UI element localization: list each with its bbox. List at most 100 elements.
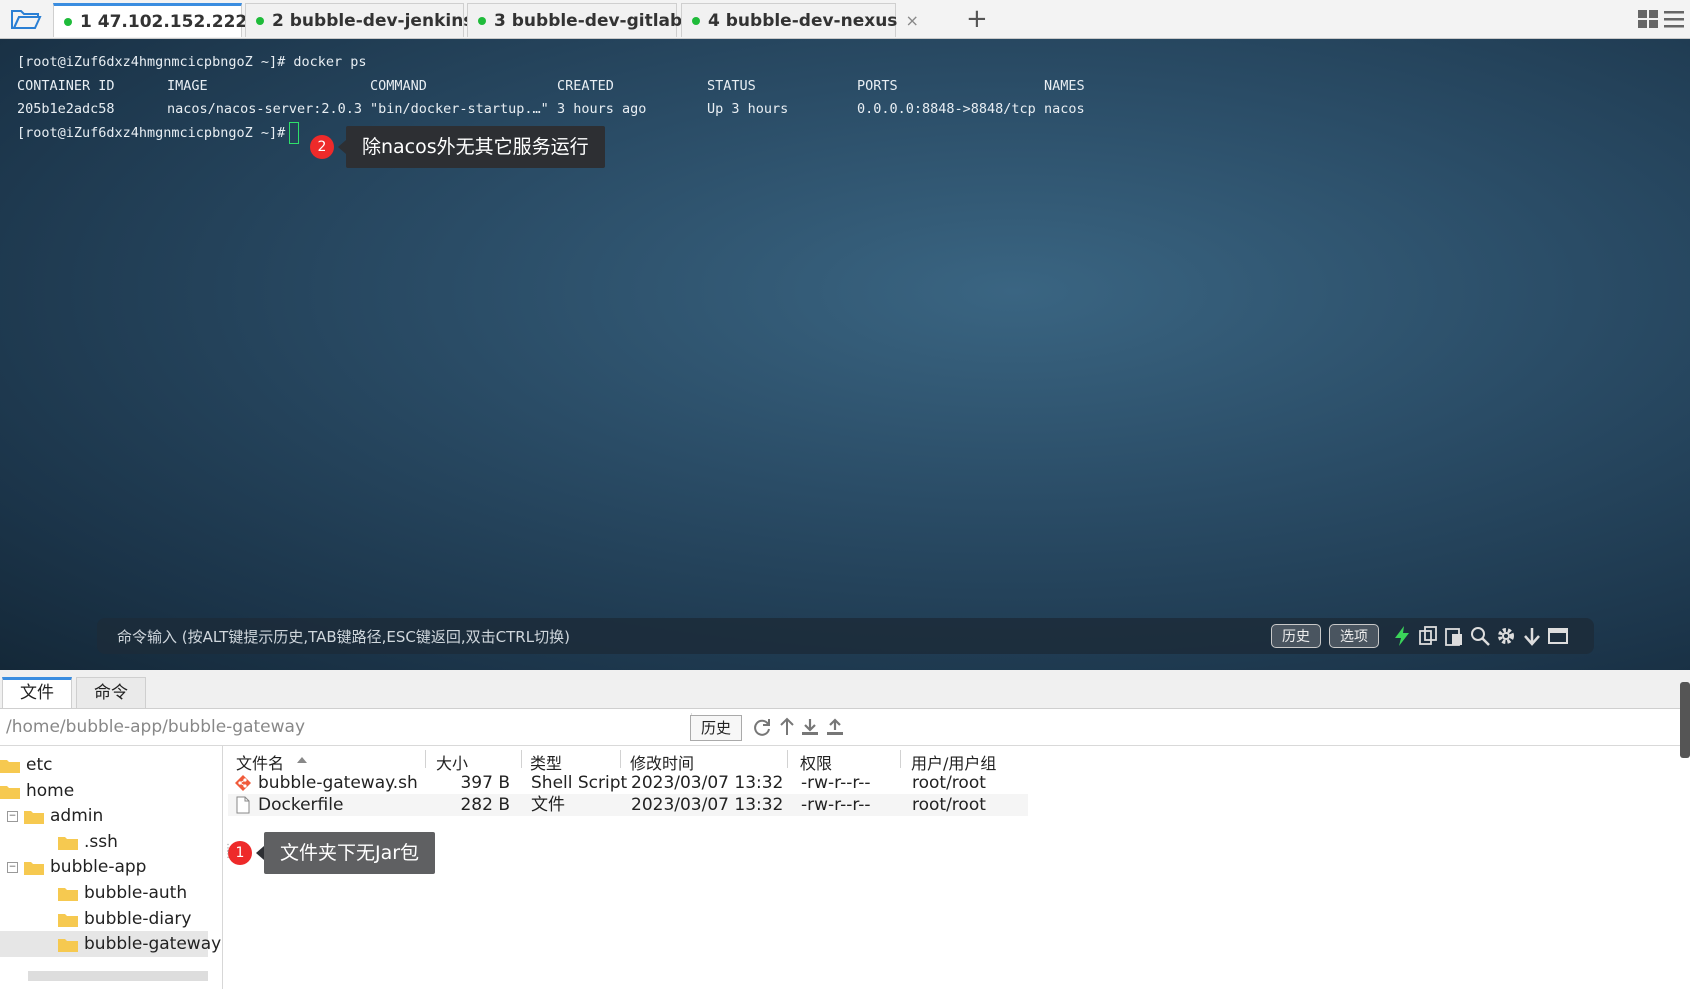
file-size: 282 B (460, 795, 510, 815)
tree-item-home[interactable]: home (0, 778, 74, 804)
tree-item-bubble-app[interactable]: − bubble-app (7, 854, 146, 880)
command-input[interactable] (115, 618, 1269, 656)
tree-hscrollbar[interactable] (28, 971, 208, 981)
git-script-file-icon (235, 775, 251, 791)
file-icon (236, 796, 250, 814)
header-filename[interactable]: 文件名 (236, 750, 284, 774)
session-tab-2[interactable]: 2 bubble-dev-jenkins × (245, 3, 495, 37)
header-owner[interactable]: 用户/用户组 (911, 750, 996, 774)
annotation-1: 1 文件夹下无Jar包 (228, 832, 436, 874)
col-status: STATUS (707, 77, 756, 94)
menu-icon[interactable] (1664, 10, 1684, 28)
tree-item-etc[interactable]: etc (0, 752, 52, 778)
terminal-row-line: 205b1e2adc58 nacos/nacos-server:2.0.3 "b… (17, 98, 1085, 122)
file-permissions: -rw-r--r-- (801, 773, 871, 793)
options-button[interactable]: 选项 (1329, 624, 1379, 648)
copy-icon[interactable] (1417, 625, 1439, 647)
file-list: 文件名 大小 类型 修改时间 权限 用户/用户组 bubble-gateway.… (228, 746, 1690, 989)
search-icon[interactable] (1469, 625, 1491, 647)
tree-item-label: admin (50, 806, 104, 826)
gear-icon[interactable] (1495, 625, 1517, 647)
connected-status-icon (64, 17, 72, 26)
tree-item-bubble-gateway[interactable]: bubble-gateway (0, 931, 221, 957)
tab-commands[interactable]: 命令 (76, 677, 146, 708)
header-type[interactable]: 类型 (530, 750, 562, 774)
tree-item-label: bubble-app (50, 857, 147, 877)
col-names: NAMES (1044, 77, 1085, 94)
column-divider (620, 750, 621, 768)
col-image: IMAGE (167, 77, 208, 94)
header-size[interactable]: 大小 (436, 750, 468, 774)
tree-splitter[interactable]: ⋮⋮ (223, 844, 233, 886)
tree-item-bubble-diary[interactable]: bubble-diary (58, 906, 191, 932)
directory-tree: etc home − admin .ssh − bubble-app bubbl… (0, 746, 223, 989)
add-tab-button[interactable]: + (966, 4, 988, 34)
tree-item-label: bubble-gateway (84, 934, 222, 954)
right-edge-scroll-handle[interactable] (1680, 682, 1690, 758)
annotation-badge: 2 (310, 135, 334, 159)
tree-item-admin[interactable]: − admin (7, 803, 103, 829)
path-history-button[interactable]: 历史 (690, 715, 742, 741)
lightning-icon[interactable] (1391, 625, 1413, 647)
tree-item-ssh[interactable]: .ssh (58, 829, 118, 855)
command-input-bar: 历史 选项 (97, 618, 1594, 656)
collapse-toggle-icon[interactable]: − (7, 861, 18, 873)
col-command: COMMAND (370, 77, 427, 94)
file-name: Dockerfile (258, 795, 344, 815)
header-permissions[interactable]: 权限 (800, 750, 832, 774)
open-folder-icon[interactable] (10, 6, 42, 32)
refresh-icon[interactable] (752, 717, 772, 737)
tab-label: 3 bubble-dev-gitlab (494, 10, 683, 31)
file-size: 397 B (460, 773, 510, 793)
arrow-down-icon[interactable] (1521, 625, 1543, 647)
tab-label: 1 47.102.152.222 (80, 11, 248, 32)
annotation-2: 2 除nacos外无其它服务运行 (310, 126, 605, 168)
session-tab-3[interactable]: 3 bubble-dev-gitlab × (467, 3, 704, 37)
paste-icon[interactable] (1443, 625, 1465, 647)
col-container-id: CONTAINER ID (17, 77, 115, 94)
tree-item-label: bubble-auth (84, 883, 188, 903)
maximize-icon[interactable] (1547, 625, 1569, 647)
layout-grid-icon[interactable] (1638, 10, 1658, 28)
connected-status-icon (692, 16, 700, 25)
column-divider (425, 750, 426, 768)
collapse-toggle-icon[interactable]: − (7, 810, 18, 822)
terminal-area[interactable]: [root@iZuf6dxz4hmgnmcicpbngoZ ~]# docker… (0, 39, 1690, 670)
parent-folder-icon[interactable] (777, 717, 797, 737)
file-mtime: 2023/03/07 13:32 (631, 795, 784, 815)
tree-item-label: etc (26, 755, 53, 775)
download-icon[interactable] (800, 717, 820, 737)
tree-item-label: bubble-diary (84, 909, 192, 929)
file-list-header: 文件名 大小 类型 修改时间 权限 用户/用户组 (228, 746, 1028, 774)
file-type: 文件 (531, 795, 565, 815)
terminal-cursor (289, 121, 300, 144)
sort-asc-icon (297, 757, 307, 763)
folder-icon (58, 887, 78, 901)
tab-label: 4 bubble-dev-nexus (708, 10, 898, 31)
file-row[interactable]: bubble-gateway.sh 397 B Shell Script 202… (228, 772, 1028, 794)
prompt-text: [root@iZuf6dxz4hmgnmcicpbngoZ ~]# (17, 124, 286, 141)
file-row[interactable]: Dockerfile 282 B 文件 2023/03/07 13:32 -rw… (228, 794, 1028, 816)
tab-files[interactable]: 文件 (2, 677, 72, 708)
folder-icon (0, 785, 20, 799)
container-created: 3 hours ago (557, 101, 647, 117)
file-owner: root/root (912, 795, 986, 815)
container-image: nacos/nacos-server:2.0.3 (167, 101, 363, 117)
header-mtime[interactable]: 修改时间 (630, 750, 694, 774)
col-created: CREATED (557, 77, 614, 94)
session-tab-4[interactable]: 4 bubble-dev-nexus × (681, 3, 919, 37)
history-button[interactable]: 历史 (1271, 624, 1321, 648)
column-divider (521, 750, 522, 768)
tree-item-bubble-auth[interactable]: bubble-auth (58, 880, 187, 906)
path-input[interactable] (3, 713, 692, 741)
column-divider (900, 750, 901, 768)
upload-icon[interactable] (825, 717, 845, 737)
session-tab-1[interactable]: 1 47.102.152.222 × (53, 3, 269, 37)
close-tab-icon[interactable]: × (905, 11, 918, 30)
sftp-panel: 文件 命令 历史 etc home − admin (0, 670, 1690, 989)
annotation-callout: 文件夹下无Jar包 (255, 832, 436, 874)
col-ports: PORTS (857, 77, 898, 94)
file-permissions: -rw-r--r-- (801, 795, 871, 815)
file-name: bubble-gateway.sh (258, 773, 418, 793)
container-id: 205b1e2adc58 (17, 101, 115, 117)
